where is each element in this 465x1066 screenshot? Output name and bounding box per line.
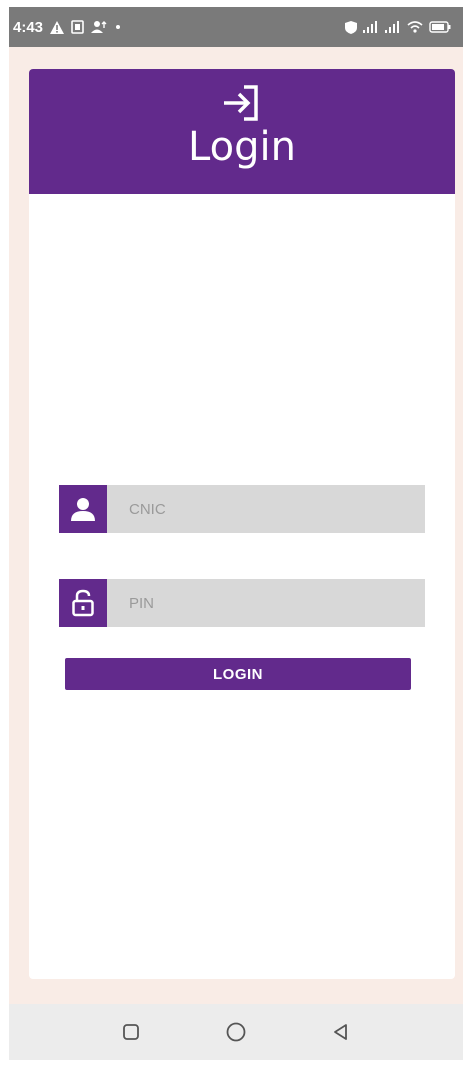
warning-icon [50,20,65,34]
person-upload-icon [91,20,107,34]
status-right [345,20,451,34]
login-icon [220,83,264,123]
person-icon [59,485,107,533]
device-screen: 4:43 Login CNIC LOGIN [9,7,463,1060]
status-time: 4:43 [13,18,44,36]
pin-input[interactable] [107,579,425,627]
shield-icon [345,20,357,34]
sim-icon [71,20,84,34]
pin-field-row [59,579,425,627]
page-title: Login [188,124,296,170]
login-button[interactable]: LOGIN [65,658,411,690]
triangle-back-icon[interactable] [321,1012,361,1052]
wifi-icon [407,21,423,33]
circle-icon[interactable] [216,1012,256,1052]
navigation-bar [9,1004,463,1060]
signal-icon [385,21,401,33]
cnic-input[interactable] [107,485,425,533]
login-card: Login LOGIN [29,69,455,979]
lock-icon [59,579,107,627]
battery-icon [429,21,451,33]
status-bar: 4:43 [9,7,463,47]
signal-icon [363,21,379,33]
dot-icon [116,25,121,29]
cnic-field-row [59,485,425,533]
square-icon[interactable] [111,1012,151,1052]
login-header: Login [29,69,455,194]
status-left: 4:43 [13,18,121,36]
